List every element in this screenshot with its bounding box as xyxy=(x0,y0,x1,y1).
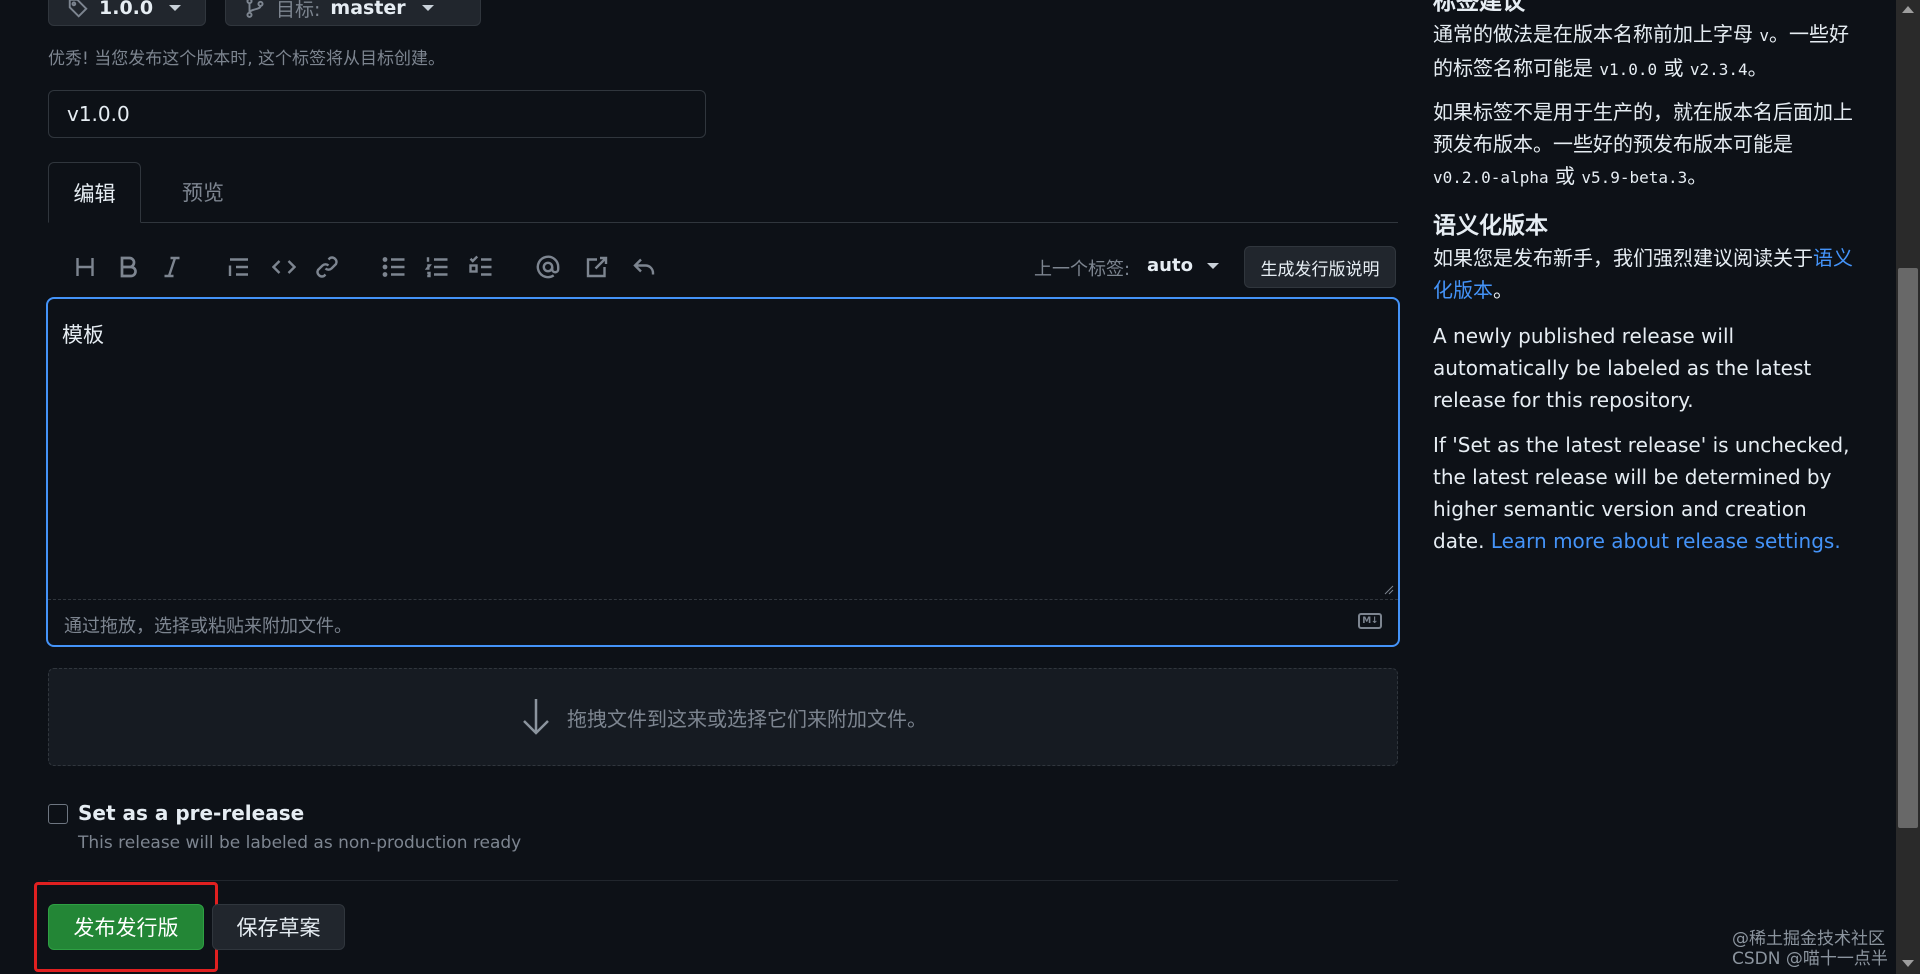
text: 或 xyxy=(1548,164,1582,188)
sidebar-paragraph: 通常的做法是在版本名称前加上字母 v。一些好的标签名称可能是 v1.0.0 或 … xyxy=(1433,18,1853,86)
sidebar-tag-suggestions: 标签建议 通常的做法是在版本名称前加上字母 v。一些好的标签名称可能是 v1.0… xyxy=(1433,0,1853,86)
attach-files-hint[interactable]: 通过拖放，选择或粘贴来附加文件。 xyxy=(64,612,352,638)
file-drop-zone[interactable]: 拖拽文件到这来或选择它们来附加文件。 xyxy=(48,668,1398,766)
code-icon[interactable] xyxy=(269,252,299,282)
target-value: master xyxy=(330,0,406,19)
tag-hint: 优秀! 当您发布这个版本时, 这个标签将从目标创建。 xyxy=(48,49,446,69)
task-list-icon[interactable] xyxy=(466,252,496,282)
previous-tag-select[interactable]: auto xyxy=(1147,255,1193,276)
release-settings-link[interactable]: Learn more about release settings. xyxy=(1491,529,1841,553)
prerelease-checkbox[interactable] xyxy=(48,804,68,824)
ordered-list-icon[interactable] xyxy=(422,252,452,282)
release-body-editor[interactable]: 模板 通过拖放，选择或粘贴来附加文件。 M↓ xyxy=(46,297,1400,647)
inline-code: v1.0.0 xyxy=(1599,60,1658,79)
editor-tabs: 编辑 预览 xyxy=(48,162,1398,223)
unordered-list-icon[interactable] xyxy=(379,252,409,282)
italic-icon[interactable] xyxy=(157,252,187,282)
text: 。 xyxy=(1747,56,1768,80)
drop-zone-text: 拖拽文件到这来或选择它们来附加文件。 xyxy=(567,706,927,731)
cross-reference-icon[interactable] xyxy=(582,252,612,282)
sidebar-paragraph: If 'Set as the latest release' is unchec… xyxy=(1433,429,1853,557)
tag-select-button[interactable]: 1.0.0 xyxy=(48,0,206,26)
scroll-up-icon[interactable] xyxy=(1902,6,1914,13)
text: 。 xyxy=(1493,278,1513,302)
text: 通常的做法是在版本名称前加上字母 xyxy=(1433,22,1760,46)
sidebar-semver: 语义化版本 如果您是发布新手，我们强烈建议阅读关于语义化版本。 xyxy=(1433,210,1853,306)
tab-edit[interactable]: 编辑 xyxy=(48,162,141,223)
text: 。 xyxy=(1687,164,1708,188)
target-select-button[interactable]: 目标: master xyxy=(225,0,481,26)
sidebar-section-title: 标签建议 xyxy=(1433,0,1525,15)
resize-handle-icon[interactable] xyxy=(1384,585,1394,595)
generate-release-notes-button[interactable]: 生成发行版说明 xyxy=(1244,246,1396,288)
markdown-icon[interactable]: M↓ xyxy=(1358,613,1382,629)
editor-content[interactable]: 模板 xyxy=(62,319,104,349)
sidebar-paragraph: 如果标签不是用于生产的，就在版本名后面加上预发布版本。一些好的预发布版本可能是 … xyxy=(1433,96,1853,194)
publish-release-button[interactable]: 发布发行版 xyxy=(48,904,204,950)
arrow-down-icon xyxy=(523,699,549,735)
tab-preview[interactable]: 预览 xyxy=(158,162,248,222)
inline-code: v xyxy=(1759,26,1769,45)
divider xyxy=(48,880,1398,881)
git-branch-icon xyxy=(246,0,264,18)
text: 如果您是发布新手，我们强烈建议阅读关于 xyxy=(1433,246,1813,270)
quote-icon[interactable] xyxy=(224,252,254,282)
bold-icon[interactable] xyxy=(113,252,143,282)
inline-code: v2.3.4 xyxy=(1689,60,1748,79)
sidebar-section-title: 语义化版本 xyxy=(1433,213,1548,239)
inline-code: v0.2.0-alpha xyxy=(1433,168,1549,187)
heading-icon[interactable] xyxy=(70,252,100,282)
chevron-down-icon[interactable] xyxy=(1207,263,1219,269)
release-title-input[interactable] xyxy=(48,90,706,138)
inline-code: v5.9-beta.3 xyxy=(1581,168,1688,187)
text: 如果标签不是用于生产的，就在版本名后面加上预发布版本。一些好的预发布版本可能是 xyxy=(1433,100,1853,156)
prerelease-description: This release will be labeled as non-prod… xyxy=(78,833,522,853)
sidebar-paragraph: 如果您是发布新手，我们强烈建议阅读关于语义化版本。 xyxy=(1433,242,1853,306)
chevron-down-icon xyxy=(421,5,434,11)
sidebar-paragraph: A newly published release will automatic… xyxy=(1433,324,1812,412)
save-draft-button[interactable]: 保存草案 xyxy=(212,904,345,950)
tag-value: 1.0.0 xyxy=(99,0,154,19)
reply-icon[interactable] xyxy=(629,252,659,282)
target-label: 目标: xyxy=(276,0,321,21)
chevron-down-icon xyxy=(169,5,182,11)
editor-footer[interactable]: 通过拖放，选择或粘贴来附加文件。 M↓ xyxy=(48,599,1398,645)
prerelease-label[interactable]: Set as a pre-release xyxy=(78,801,304,825)
tag-icon xyxy=(68,0,88,18)
link-icon[interactable] xyxy=(312,252,342,282)
text: 或 xyxy=(1657,56,1690,80)
previous-tag-label: 上一个标签: xyxy=(1034,259,1131,280)
scroll-down-icon[interactable] xyxy=(1902,960,1914,967)
mention-icon[interactable] xyxy=(533,252,563,282)
watermark-csdn: CSDN @喵十一点半 xyxy=(1732,949,1888,969)
scrollbar-thumb[interactable] xyxy=(1898,268,1918,828)
